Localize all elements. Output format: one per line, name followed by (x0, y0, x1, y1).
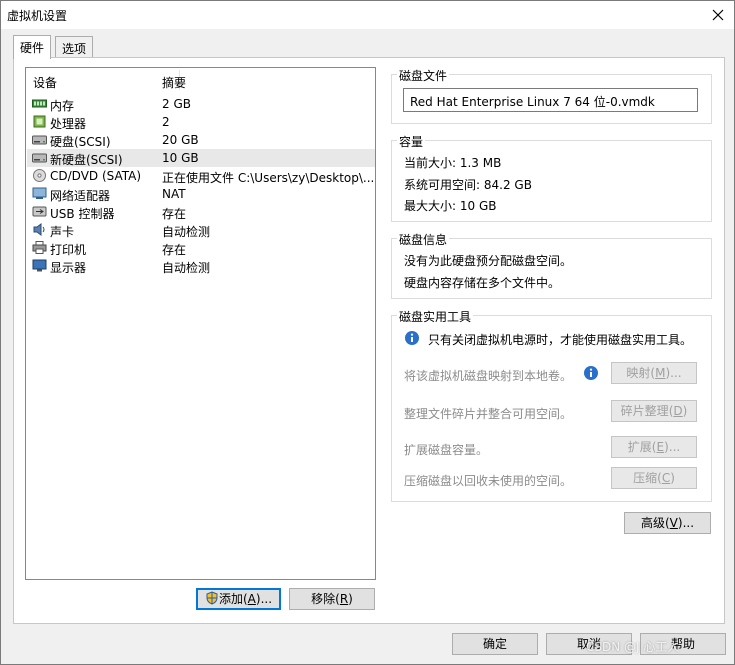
system-free-space-text: 系统可用空间: 84.2 GB (404, 178, 532, 192)
device-name: 硬盘(SCSI) (50, 135, 111, 149)
device-name: 新硬盘(SCSI) (50, 153, 123, 167)
add-button-label: 添加 (218, 592, 243, 606)
expand-button[interactable]: 扩展(E)... (611, 436, 697, 458)
compact-button-mnemonic: C (661, 471, 671, 485)
disk-utilities-title: 磁盘实用工具 (397, 308, 474, 325)
compact-button[interactable]: 压缩(C) (611, 467, 697, 489)
sound-card-icon (33, 223, 45, 236)
map-button-suffix: ... (670, 366, 682, 380)
device-summary: 自动检测 (162, 225, 211, 239)
disk-file-path-value: Red Hat Enterprise Linux 7 64 位-0.vmdk (410, 95, 655, 109)
cdrom-icon (33, 169, 46, 182)
utilities-notice-text: 只有关闭虚拟机电源时，才能使用磁盘实用工具。 (428, 333, 693, 347)
tab-options[interactable]: 选项 (55, 36, 94, 58)
device-row-new-harddisk[interactable]: 新硬盘(SCSI) 10 GB (27, 149, 375, 167)
compact-button-label: 压缩 (633, 471, 658, 485)
close-button[interactable] (708, 5, 728, 25)
advanced-button-mnemonic: V (669, 516, 678, 530)
device-summary: 存在 (162, 207, 187, 221)
defrag-button-label: 碎片整理 (620, 404, 669, 418)
capacity-group: 容量 当前大小: 1.3 MB 系统可用空间: 84.2 GB 最大大小: 10… (391, 133, 712, 222)
disk-info-line1: 没有为此硬盘预分配磁盘空间。 (404, 254, 573, 268)
map-button-mnemonic: M (655, 366, 666, 380)
info-icon (405, 331, 419, 345)
max-size-text: 最大大小: 10 GB (404, 199, 497, 213)
device-row-usb[interactable]: USB 控制器 存在 (27, 203, 375, 221)
map-button-label: 映射 (626, 366, 651, 380)
disk-file-title: 磁盘文件 (397, 67, 450, 84)
device-row-network-adapter[interactable]: 网络适配器 NAT (27, 185, 375, 203)
add-button-mnemonic: A (247, 592, 256, 606)
map-button[interactable]: 映射(M)... (611, 362, 697, 384)
harddisk-icon (32, 135, 47, 145)
advanced-button[interactable]: 高级(V)... (624, 512, 711, 534)
device-summary: NAT (162, 187, 186, 201)
remove-button-mnemonic: R (339, 592, 349, 606)
remove-button-label: 移除 (311, 592, 336, 606)
remove-hardware-button[interactable]: 移除(R) (289, 588, 375, 610)
disk-info-line2: 硬盘内容存储在多个文件中。 (404, 276, 561, 290)
device-summary: 20 GB (162, 133, 199, 147)
column-header-device[interactable]: 设备 (33, 74, 57, 91)
display-icon (32, 259, 47, 272)
tab-hardware[interactable]: 硬件 (13, 35, 52, 59)
usb-icon (32, 206, 47, 217)
capacity-title: 容量 (397, 133, 426, 150)
vm-settings-window: 虚拟机设置 硬件 选项 设备 摘要 内存 2 GB 处理器 2 硬盘(SCSI)… (0, 0, 735, 665)
uac-shield-icon (206, 591, 218, 605)
defrag-button[interactable]: 碎片整理(D) (611, 400, 697, 422)
device-summary: 2 GB (162, 97, 191, 111)
title-bar: 虚拟机设置 (1, 1, 734, 29)
close-icon (712, 9, 724, 21)
device-row-sound-card[interactable]: 声卡 自动检测 (27, 221, 375, 239)
column-header-summary[interactable]: 摘要 (162, 74, 186, 91)
device-name: CD/DVD (SATA) (50, 169, 142, 183)
device-name: 处理器 (50, 117, 87, 131)
device-row-processor[interactable]: 处理器 2 (27, 113, 375, 131)
add-button-suffix: ... (260, 592, 273, 606)
device-name: USB 控制器 (50, 207, 115, 221)
expand-button-mnemonic: E (656, 440, 665, 454)
watermark: CSDN @J 心工人 (586, 640, 680, 654)
defrag-text: 整理文件碎片并整合可用空间。 (404, 407, 573, 421)
processor-icon (33, 115, 46, 128)
device-name: 打印机 (50, 243, 87, 257)
defrag-button-mnemonic: D (673, 404, 683, 418)
device-row-harddisk[interactable]: 硬盘(SCSI) 20 GB (27, 131, 375, 149)
advanced-button-label: 高级 (640, 516, 665, 530)
map-disk-text: 将该虚拟机磁盘映射到本地卷。 (404, 369, 573, 383)
add-hardware-button[interactable]: 添加(A)... (196, 588, 281, 610)
device-row-memory[interactable]: 内存 2 GB (27, 95, 375, 113)
device-name: 内存 (50, 99, 75, 113)
expand-button-label: 扩展 (627, 440, 652, 454)
device-summary: 存在 (162, 243, 187, 257)
device-summary: 自动检测 (162, 261, 211, 275)
device-row-printer[interactable]: 打印机 存在 (27, 239, 375, 257)
device-summary: 10 GB (162, 151, 199, 165)
device-summary: 正在使用文件 C:\Users\zy\Desktop\... (162, 171, 374, 185)
device-name: 网络适配器 (50, 189, 111, 203)
device-name: 显示器 (50, 261, 87, 275)
current-size-text: 当前大小: 1.3 MB (404, 156, 502, 170)
disk-info-group: 磁盘信息 没有为此硬盘预分配磁盘空间。 硬盘内容存储在多个文件中。 (391, 231, 712, 299)
memory-icon (32, 99, 47, 108)
disk-info-title: 磁盘信息 (397, 231, 450, 248)
printer-icon (32, 241, 47, 254)
expand-text: 扩展磁盘容量。 (404, 443, 489, 457)
compact-text: 压缩磁盘以回收未使用的空间。 (404, 474, 573, 488)
window-title: 虚拟机设置 (7, 9, 68, 23)
device-list[interactable]: 设备 摘要 内存 2 GB 处理器 2 硬盘(SCSI) 20 GB 新硬盘(S… (25, 67, 376, 580)
device-row-cdrom[interactable]: CD/DVD (SATA) 正在使用文件 C:\Users\zy\Desktop… (27, 167, 375, 185)
ok-button[interactable]: 确定 (452, 633, 538, 655)
expand-button-suffix: ... (668, 440, 681, 454)
device-name: 声卡 (50, 225, 75, 239)
harddisk-icon (32, 153, 47, 163)
disk-file-path-field[interactable]: Red Hat Enterprise Linux 7 64 位-0.vmdk (403, 88, 698, 112)
info-icon (584, 366, 598, 380)
network-adapter-icon (32, 187, 47, 199)
device-row-display[interactable]: 显示器 自动检测 (27, 257, 375, 275)
device-summary: 2 (162, 115, 170, 129)
advanced-button-suffix: ... (682, 516, 695, 530)
